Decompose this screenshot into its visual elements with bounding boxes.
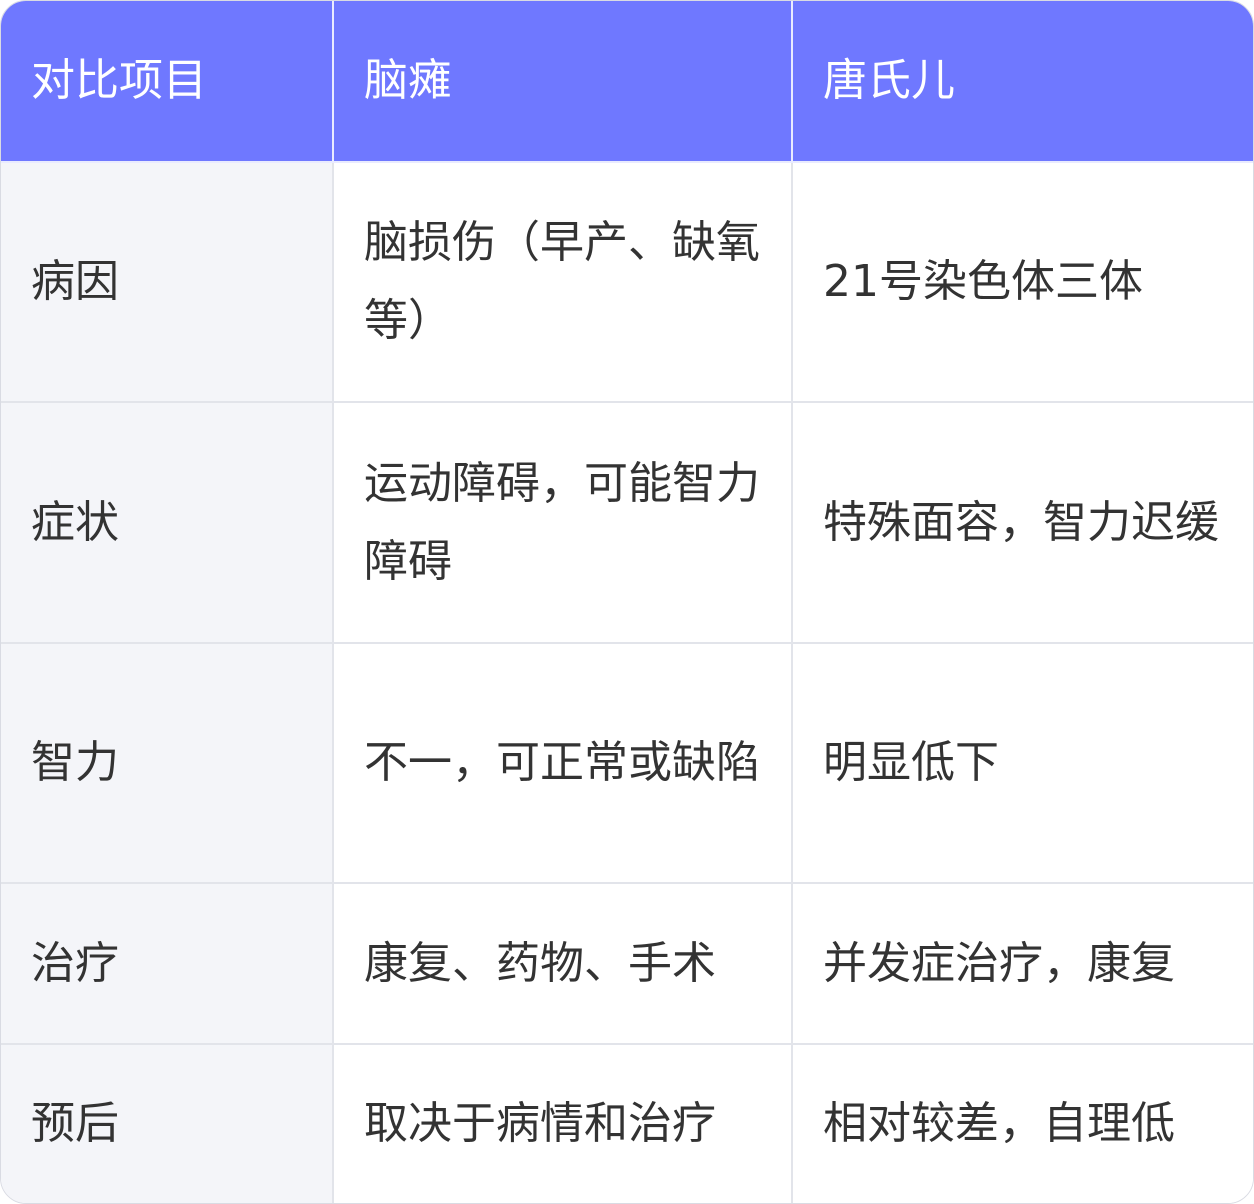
header-item: 对比项目 [1,1,334,163]
cell-cerebral-palsy: 运动障碍，可能智力障碍 [333,402,793,644]
table-row: 治疗 康复、药物、手术 并发症治疗，康复 [1,883,1253,1045]
row-label: 预后 [1,1043,334,1203]
header-cerebral-palsy: 脑瘫 [333,1,793,163]
row-label: 症状 [1,402,334,644]
table-row: 病因 脑损伤（早产、缺氧等） 21号染色体三体 [1,162,1253,404]
comparison-table-card: 对比项目 脑瘫 唐氏儿 病因 脑损伤（早产、缺氧等） 21号染色体三体 症状 运… [0,0,1254,1204]
cell-cerebral-palsy: 脑损伤（早产、缺氧等） [333,162,793,404]
table-row: 预后 取决于病情和治疗 相对较差，自理低 [1,1043,1253,1203]
cell-cerebral-palsy: 康复、药物、手术 [333,883,793,1045]
cell-down-syndrome: 相对较差，自理低 [792,1043,1253,1203]
cell-down-syndrome: 明显低下 [792,642,1253,885]
row-label: 病因 [1,162,334,404]
cell-cerebral-palsy: 不一，可正常或缺陷 [333,642,793,885]
header-down-syndrome: 唐氏儿 [792,1,1253,163]
table-header-row: 对比项目 脑瘫 唐氏儿 [1,1,1253,163]
cell-down-syndrome: 特殊面容，智力迟缓 [792,402,1253,644]
row-label: 治疗 [1,883,334,1045]
row-label: 智力 [1,642,334,885]
comparison-table: 对比项目 脑瘫 唐氏儿 病因 脑损伤（早产、缺氧等） 21号染色体三体 症状 运… [1,1,1253,1203]
cell-down-syndrome: 并发症治疗，康复 [792,883,1253,1045]
cell-down-syndrome: 21号染色体三体 [792,162,1253,404]
table-row: 症状 运动障碍，可能智力障碍 特殊面容，智力迟缓 [1,402,1253,644]
cell-cerebral-palsy: 取决于病情和治疗 [333,1043,793,1203]
table-row: 智力 不一，可正常或缺陷 明显低下 [1,642,1253,885]
